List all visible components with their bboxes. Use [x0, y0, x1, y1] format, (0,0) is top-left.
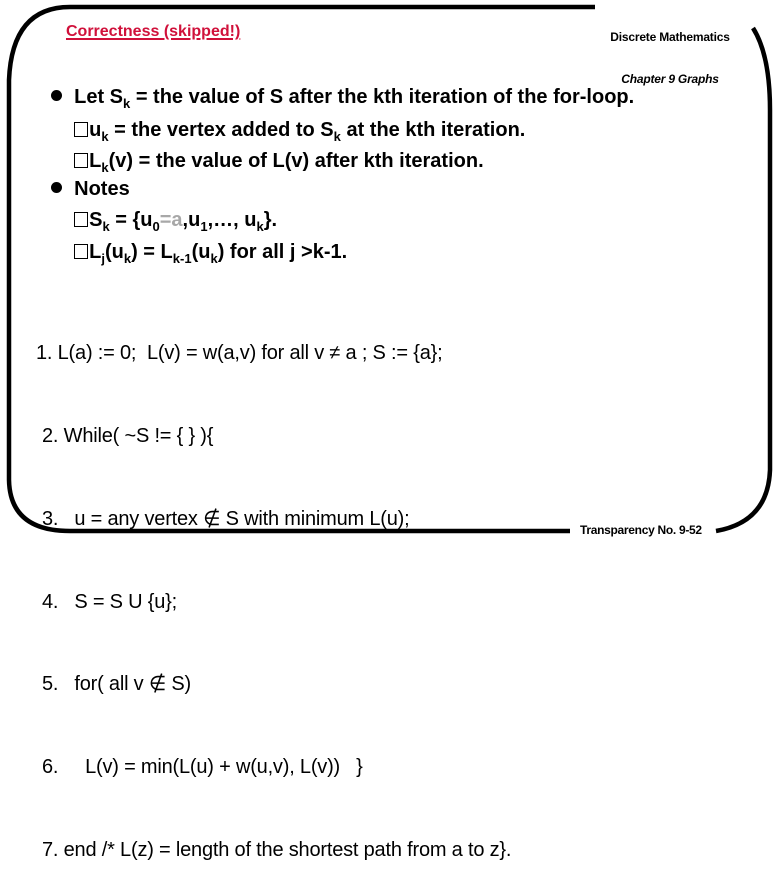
algorithm-line: 3. u = any vertex ∉ S with minimum L(u); [42, 507, 410, 530]
frame-right-border [715, 26, 773, 534]
algorithm-line: 5. for( all v ∉ S) [42, 673, 192, 696]
algorithm-line: 7. end /* L(z) = length of the shortest … [42, 838, 512, 861]
checkbox-bullet-icon [74, 244, 89, 259]
transparency-number: Transparency No. 9-52 [580, 523, 702, 537]
bullet-icon [51, 90, 63, 101]
slide-title: Correctness (skipped!) [66, 23, 241, 40]
algorithm-line: 4. S = S U {u}; [42, 590, 178, 613]
bullet-icon [51, 182, 63, 193]
algorithm-line: 1. L(a) := 0; L(v) = w(a,v) for all v ≠ … [36, 342, 443, 365]
algorithm-listing: 1. L(a) := 0; L(v) = w(a,v) for all v ≠ … [36, 285, 511, 892]
course-title: Discrete Mathematics [610, 30, 730, 44]
algorithm-line: 6. L(v) = min(L(u) + w(u,v), L(v)) } [42, 756, 363, 779]
algorithm-line: 2. While( ~S != { } ){ [42, 424, 214, 447]
sub-bullet-item: Lj(uk) = Lk-1(uk) for all j >k-1. [63, 216, 347, 265]
